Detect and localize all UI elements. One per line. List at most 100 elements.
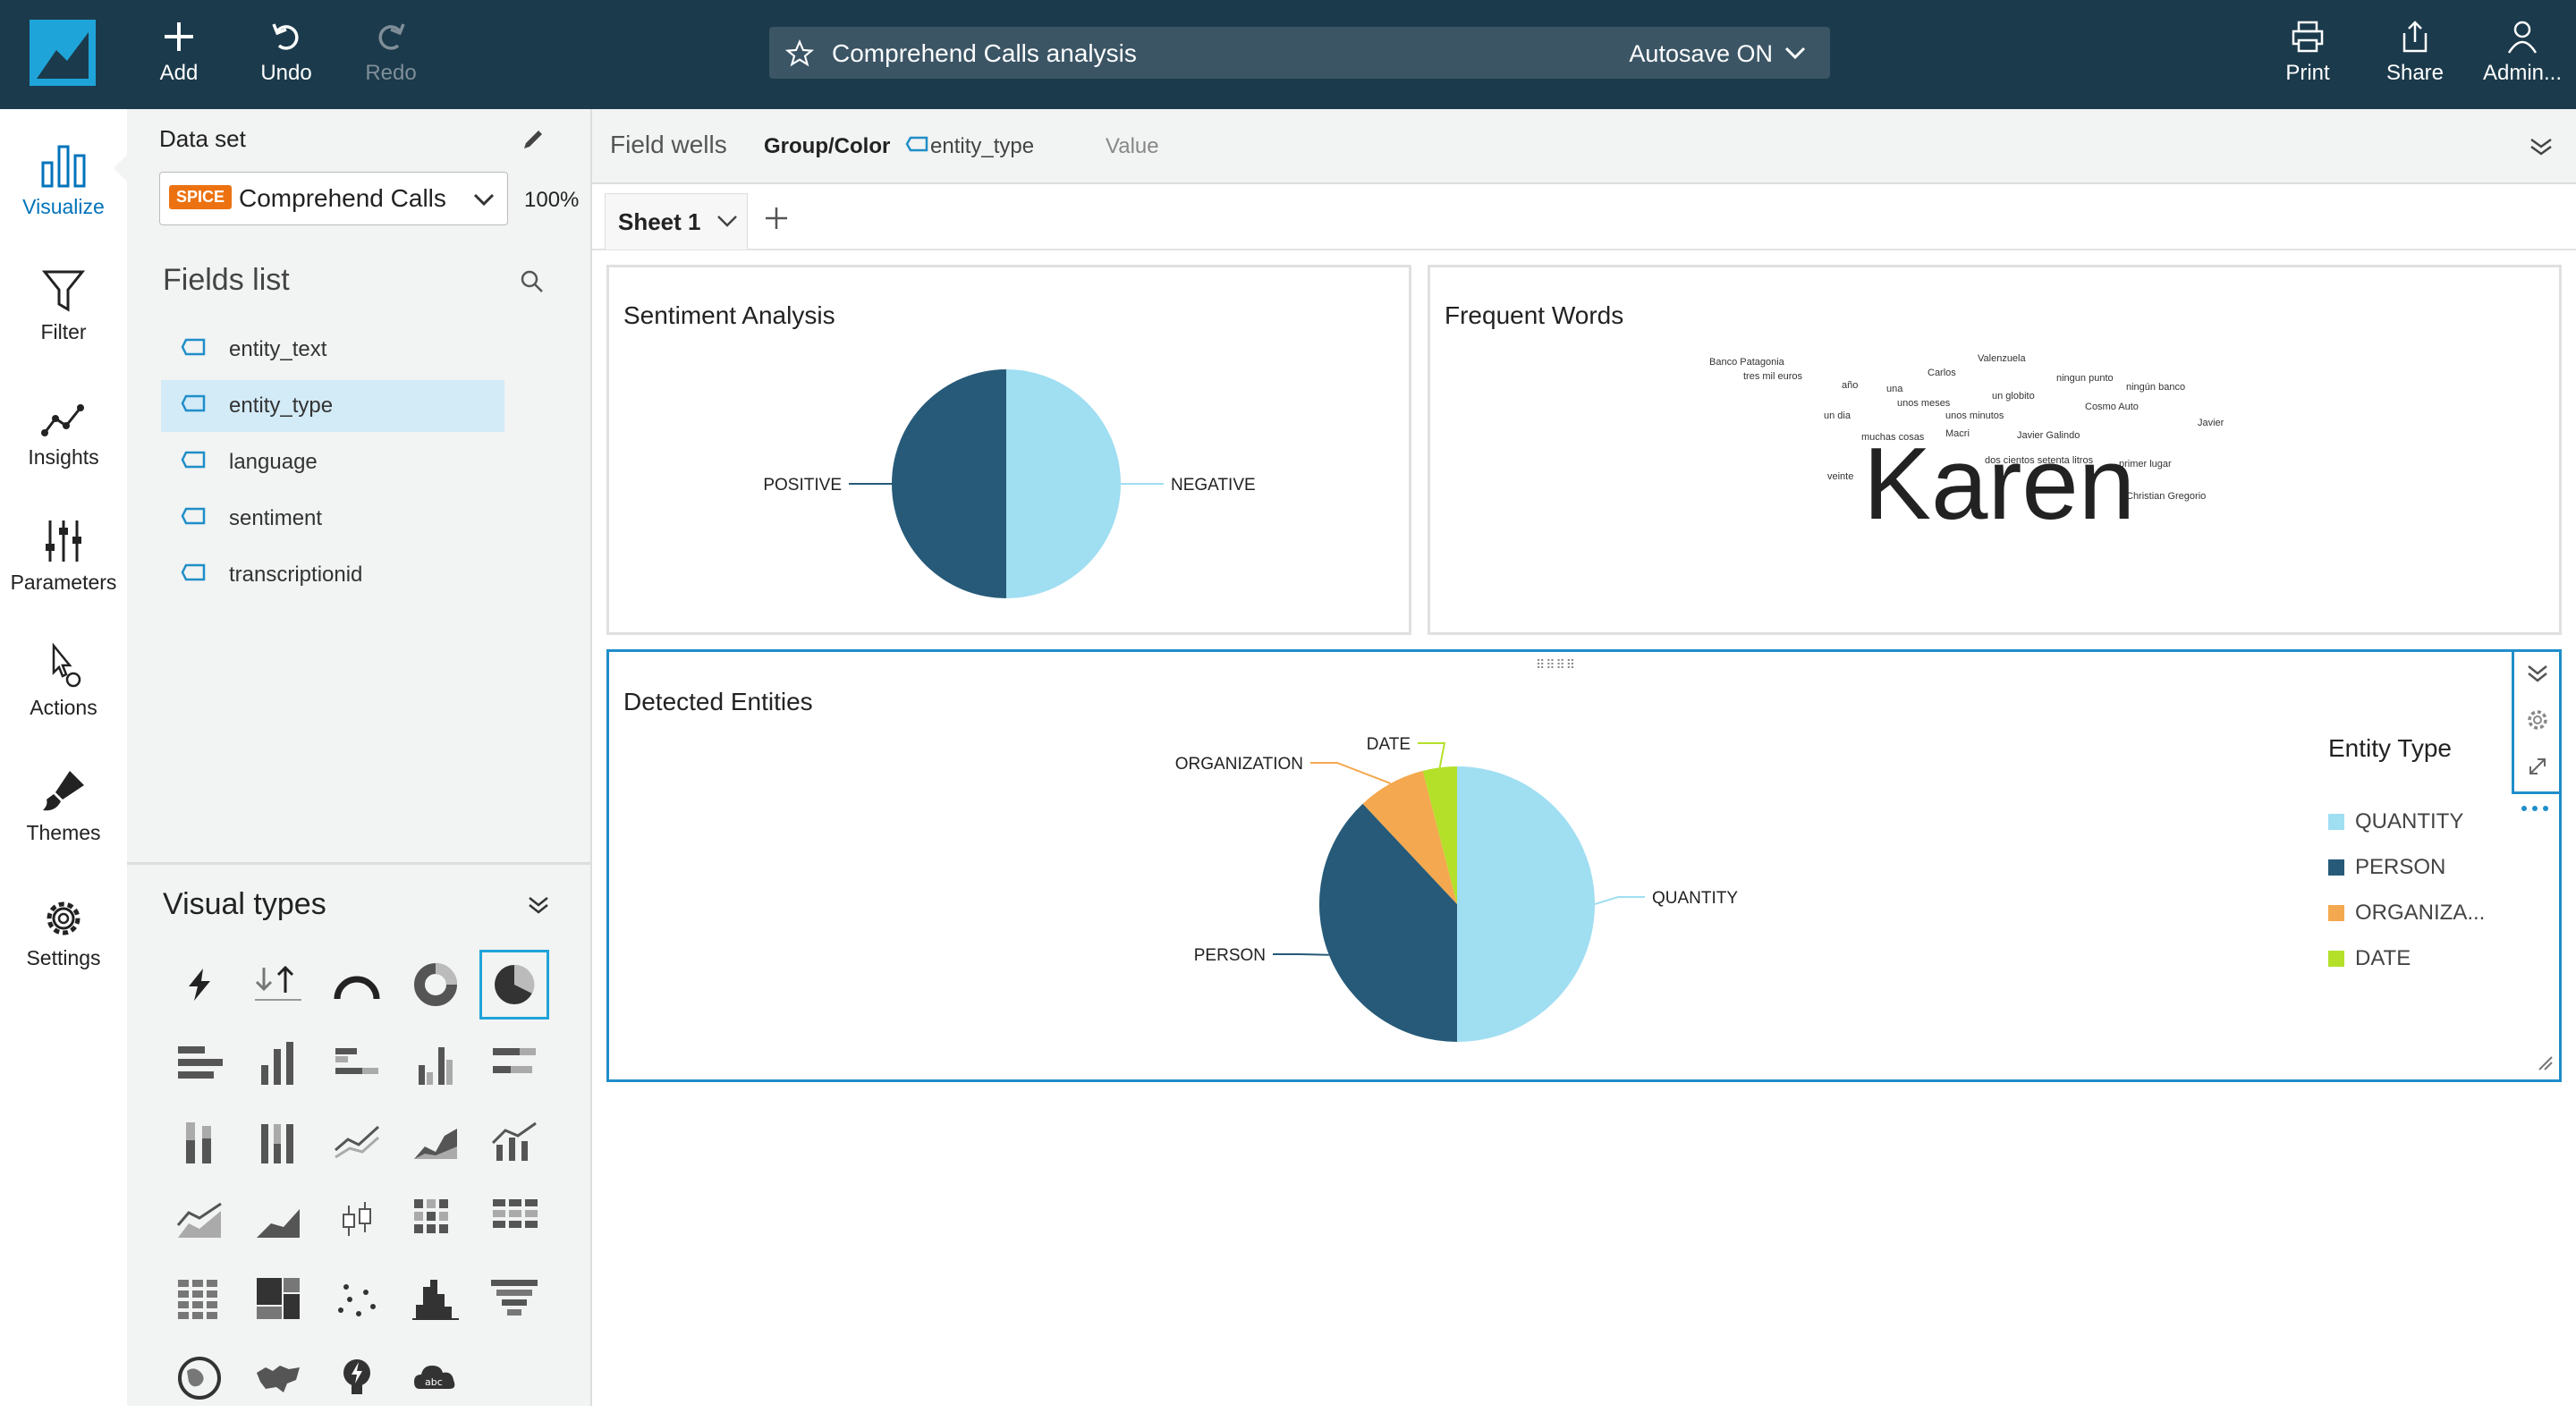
- pie-data-label: ORGANIZATION: [1175, 755, 1303, 774]
- box-plot-visual-icon[interactable]: [322, 1186, 392, 1256]
- funnel-chart-visual-icon[interactable]: [479, 1265, 549, 1334]
- nav-visualize[interactable]: Visualize: [0, 127, 128, 219]
- undo-button[interactable]: Undo: [242, 13, 331, 86]
- gauge-visual-icon[interactable]: [322, 950, 392, 1020]
- field-item[interactable]: language: [161, 436, 504, 488]
- quicksight-logo[interactable]: [30, 20, 96, 86]
- sentiment-visual[interactable]: Sentiment Analysis NEGATIVE POSITIVE: [606, 265, 1411, 635]
- sheet-bar: Sheet 1: [592, 184, 2576, 250]
- pivot-table-visual-icon[interactable]: [479, 1186, 549, 1256]
- pencil-icon[interactable]: [519, 125, 547, 158]
- field-item-selected[interactable]: entity_type: [161, 380, 504, 432]
- legend-swatch: [2328, 859, 2344, 876]
- nav-themes[interactable]: Themes: [0, 753, 127, 845]
- fields-list-title: Fields list: [163, 263, 290, 297]
- stacked-column-visual-icon[interactable]: [165, 1107, 234, 1177]
- insights-icon: [0, 377, 127, 440]
- entities-visual[interactable]: ⠿⠿⠿⠿ Detected Entities QUANTITY PERSON ORG…: [606, 649, 2562, 1082]
- field-item[interactable]: sentiment: [161, 493, 504, 545]
- word-cloud-word: ningún banco: [2126, 382, 2186, 393]
- leader-line: [1310, 762, 1392, 784]
- legend-label: PERSON: [2355, 854, 2446, 879]
- globe-map-visual-icon[interactable]: [165, 1343, 234, 1413]
- user-icon: [2473, 13, 2572, 61]
- redo-icon: [346, 13, 436, 61]
- legend-item[interactable]: ORGANIZA...: [2328, 890, 2485, 935]
- pie-slice-positive[interactable]: [892, 369, 1006, 598]
- nav-settings[interactable]: Settings: [0, 878, 127, 970]
- nav-visualize-label: Visualize: [22, 195, 105, 218]
- word-cloud-visual-icon[interactable]: abc: [401, 1343, 470, 1413]
- stacked-area-combo-visual-icon[interactable]: [165, 1186, 234, 1256]
- legend-item[interactable]: QUANTITY: [2328, 799, 2485, 844]
- word-cloud-visual[interactable]: Frequent Words Banco Patagonia tres mil …: [1428, 265, 2562, 635]
- stacked-bar-visual-icon[interactable]: [479, 1028, 549, 1098]
- autosave-toggle[interactable]: Autosave ON: [1629, 40, 1773, 68]
- clustered-bar-visual-icon[interactable]: [322, 1028, 392, 1098]
- tab-sheet-1[interactable]: Sheet 1: [605, 193, 748, 250]
- area-chart-visual-icon[interactable]: [401, 1107, 470, 1177]
- print-button[interactable]: Print: [2263, 13, 2352, 86]
- leader-line: [1594, 896, 1645, 905]
- table-visual-icon[interactable]: [165, 1265, 234, 1334]
- more-options-icon[interactable]: [2520, 802, 2550, 818]
- stacked-area-visual-icon[interactable]: [243, 1186, 313, 1256]
- heat-map-visual-icon[interactable]: [401, 1186, 470, 1256]
- group-color-field[interactable]: entity_type: [930, 134, 1034, 159]
- filled-map-visual-icon[interactable]: [243, 1343, 313, 1413]
- pie-slice-negative[interactable]: [1006, 369, 1121, 598]
- double-chevron-down-icon[interactable]: [2525, 661, 2550, 690]
- nav-actions[interactable]: Actions: [0, 628, 127, 720]
- field-item[interactable]: transcriptionid: [161, 549, 504, 601]
- spice-capacity: 100%: [524, 188, 580, 212]
- dataset-name: Comprehend Calls: [239, 184, 446, 212]
- insight-visual-icon[interactable]: [322, 1343, 392, 1413]
- scatter-plot-visual-icon[interactable]: [322, 1265, 392, 1334]
- nav-filter[interactable]: Filter: [0, 252, 127, 344]
- sliders-icon: [0, 503, 127, 565]
- legend-item[interactable]: PERSON: [2328, 844, 2485, 890]
- expand-icon[interactable]: [2525, 754, 2550, 783]
- tree-map-visual-icon[interactable]: [243, 1265, 313, 1334]
- funnel-icon: [0, 252, 127, 315]
- user-menu-button[interactable]: Admin...: [2473, 13, 2572, 86]
- resize-handle-icon[interactable]: [2536, 1053, 2554, 1076]
- value-well[interactable]: Value: [1106, 134, 1159, 159]
- add-sheet-icon[interactable]: [762, 204, 791, 237]
- histogram-visual-icon[interactable]: [401, 1265, 470, 1334]
- gear-icon[interactable]: [2525, 707, 2550, 737]
- stacked-100-column-visual-icon[interactable]: [243, 1107, 313, 1177]
- vertical-bar-visual-icon[interactable]: [243, 1028, 313, 1098]
- visual-menu: [2512, 649, 2562, 794]
- analysis-title-box[interactable]: Comprehend Calls analysis Autosave ON: [769, 27, 1830, 79]
- field-item[interactable]: entity_text: [161, 324, 504, 376]
- legend-swatch: [2328, 950, 2344, 967]
- nav-parameters[interactable]: Parameters: [0, 503, 127, 595]
- kpi-visual-icon[interactable]: [243, 950, 313, 1020]
- redo-button[interactable]: Redo: [346, 13, 436, 86]
- nav-insights[interactable]: Insights: [0, 377, 127, 470]
- double-chevron-down-icon[interactable]: [526, 893, 551, 922]
- line-chart-visual-icon[interactable]: [322, 1107, 392, 1177]
- leader-line: [1273, 953, 1329, 956]
- word-cloud-word: Christian Gregorio: [2126, 491, 2207, 502]
- field-name: entity_type: [229, 393, 334, 418]
- nav-settings-label: Settings: [26, 946, 101, 969]
- pie-visual-icon[interactable]: [479, 950, 549, 1020]
- field-wells-bar[interactable]: Field wells Group/Color entity_type Valu…: [592, 109, 2576, 184]
- star-icon[interactable]: [784, 38, 815, 72]
- pie-slice-quantity[interactable]: [1457, 766, 1595, 1042]
- autograph-visual-icon[interactable]: [165, 950, 234, 1020]
- search-icon[interactable]: [519, 268, 546, 300]
- legend-item[interactable]: DATE: [2328, 935, 2485, 981]
- donut-visual-icon[interactable]: [401, 950, 470, 1020]
- clustered-column-visual-icon[interactable]: [401, 1028, 470, 1098]
- share-button[interactable]: Share: [2370, 13, 2460, 86]
- chevron-down-icon[interactable]: [1782, 39, 1809, 71]
- dataset-select[interactable]: SPICE Comprehend Calls: [159, 172, 508, 225]
- double-chevron-down-icon[interactable]: [2528, 132, 2555, 164]
- add-button[interactable]: Add: [134, 13, 224, 86]
- horizontal-bar-visual-icon[interactable]: [165, 1028, 234, 1098]
- combo-chart-visual-icon[interactable]: [479, 1107, 549, 1177]
- chevron-down-icon[interactable]: [715, 208, 740, 240]
